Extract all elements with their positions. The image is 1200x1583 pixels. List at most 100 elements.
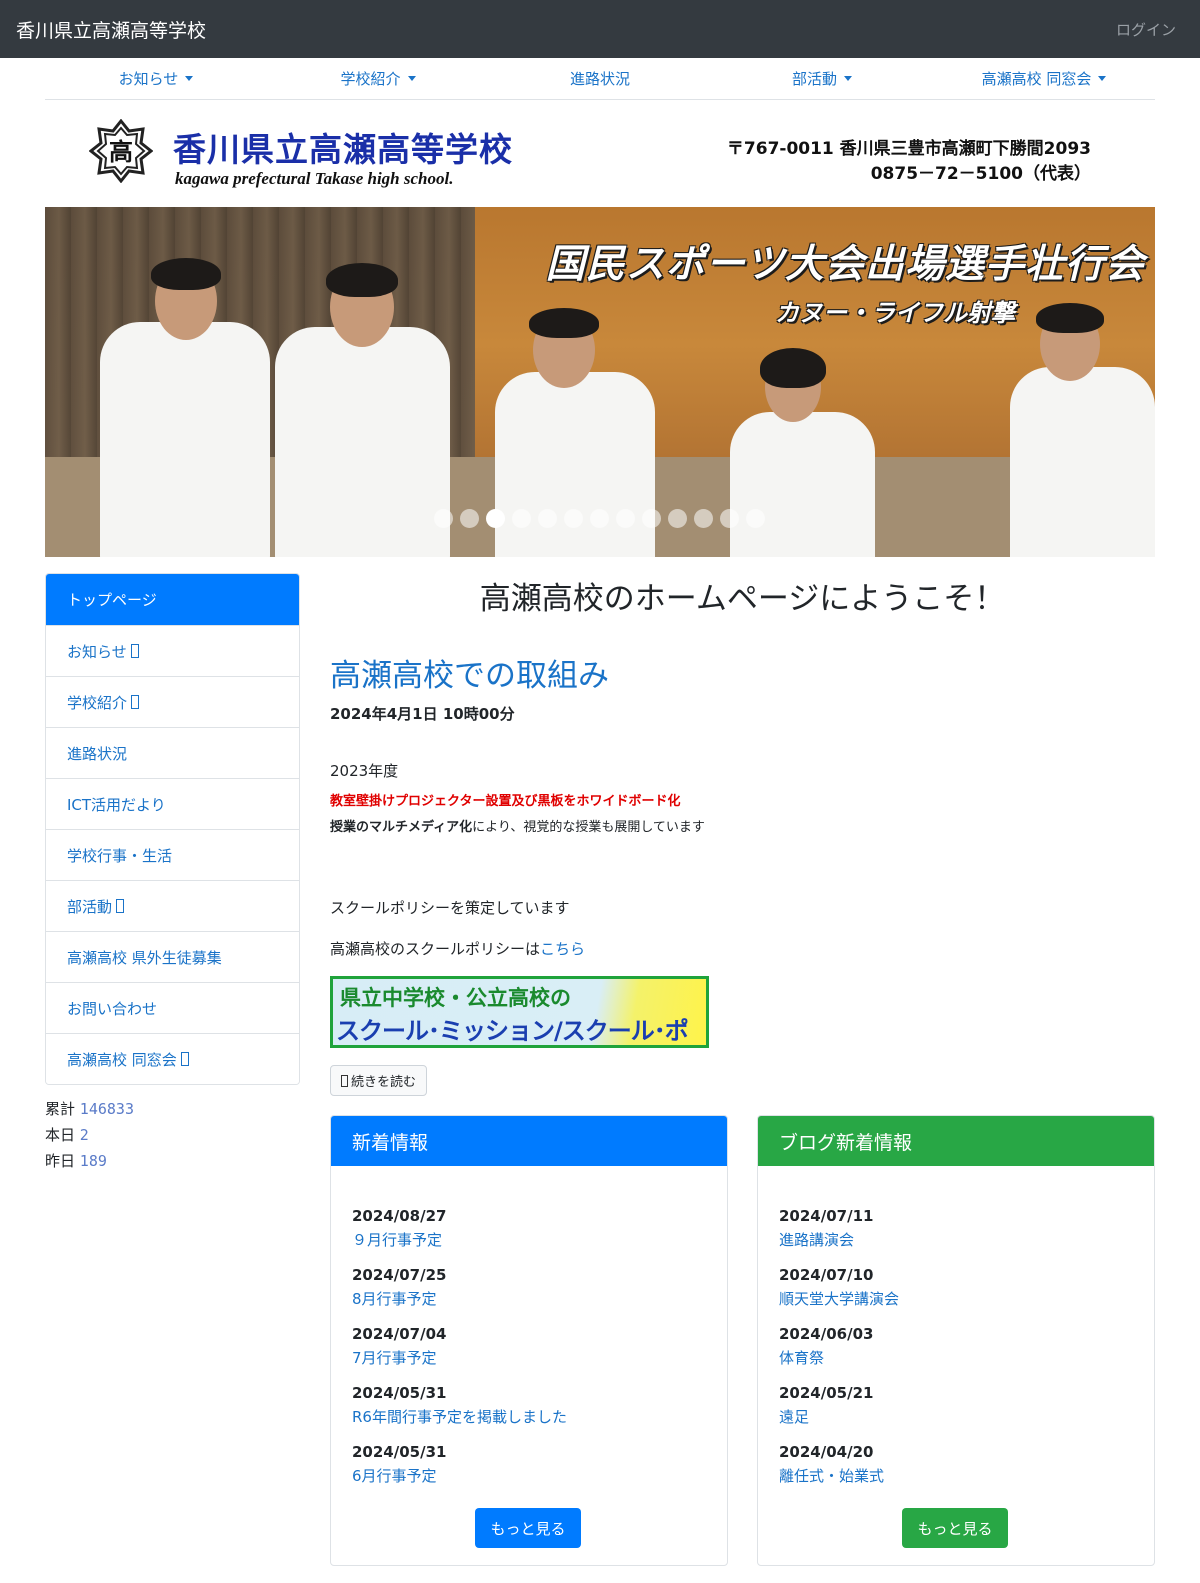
- sidebar-item[interactable]: 高瀬高校 同窓会: [46, 1033, 299, 1084]
- sidebar-item-label: トップページ: [67, 591, 157, 609]
- sidebar-item-label: お知らせ: [67, 642, 127, 661]
- list-item: 2024/07/10 順天堂大学講演会: [779, 1263, 899, 1322]
- carousel-dot[interactable]: [434, 509, 453, 528]
- carousel-dot[interactable]: [746, 509, 765, 528]
- carousel-dot[interactable]: [512, 509, 531, 528]
- hero-subtitle: カヌー・ライフル射撃: [775, 299, 1015, 327]
- policy-banner-line2: スクール･ミッション/スクール･ポリシー: [336, 1017, 689, 1045]
- school-address: 〒767-0011 香川県三豊市高瀬町下勝間2093 0875－72－5100（…: [727, 137, 1091, 187]
- item-date: 2024/05/21: [779, 1384, 874, 1402]
- news-more-button[interactable]: もっと見る: [475, 1508, 581, 1548]
- submenu-icon: [131, 695, 140, 709]
- sidebar-item[interactable]: お問い合わせ: [46, 982, 299, 1033]
- item-date: 2024/07/11: [779, 1207, 874, 1225]
- access-counter: 累計 146833 本日 2 昨日 189: [45, 1096, 134, 1174]
- nav-label: お知らせ: [118, 70, 179, 88]
- carousel-dot[interactable]: [668, 509, 687, 528]
- sidebar-item-label: 高瀬高校 同窓会: [67, 1050, 177, 1069]
- read-more-label: 続きを読む: [351, 1075, 417, 1090]
- carousel-dot[interactable]: [694, 509, 713, 528]
- hero-title: 国民スポーツ大会出場選手壮行会: [545, 242, 1145, 287]
- welcome-heading: 高瀬高校のホームページにようこそ！: [479, 581, 1006, 617]
- news-card-title: 新着情報: [331, 1116, 727, 1166]
- main-nav: お知らせ 学校紹介 進路状況 部活動 高瀬高校 同窓会: [45, 58, 1155, 100]
- list-item: 2024/07/11 進路講演会: [779, 1204, 899, 1263]
- submenu-icon: [180, 1052, 189, 1066]
- post-title[interactable]: 高瀬高校での取組み: [330, 650, 609, 695]
- item-link[interactable]: ９月行事予定: [352, 1228, 567, 1252]
- book-icon: [341, 1074, 348, 1087]
- carousel-dot[interactable]: [720, 509, 739, 528]
- carousel-dot[interactable]: [538, 509, 557, 528]
- blog-more-button[interactable]: もっと見る: [902, 1508, 1008, 1548]
- login-link[interactable]: ログイン: [1116, 19, 1176, 40]
- sidebar-item[interactable]: 進路状況: [46, 727, 299, 778]
- list-item: 2024/05/31 R6年間行事予定を掲載しました: [352, 1381, 567, 1440]
- policy-link[interactable]: こちら: [540, 940, 585, 958]
- top-navbar: 香川県立高瀬高等学校 ログイン: [0, 0, 1200, 58]
- sidebar-item[interactable]: 高瀬高校 県外生徒募集: [46, 931, 299, 982]
- list-item: 2024/08/27 ９月行事予定: [352, 1204, 567, 1263]
- sidebar-item[interactable]: ICT活用だより: [46, 778, 299, 829]
- carousel-dot[interactable]: [616, 509, 635, 528]
- item-date: 2024/05/31: [352, 1384, 447, 1402]
- sidebar-item-label: 学校紹介: [67, 693, 128, 712]
- sidebar-item[interactable]: 部活動: [46, 880, 299, 931]
- item-link[interactable]: 進路講演会: [779, 1228, 899, 1252]
- emblem-char: 高: [109, 137, 133, 166]
- nav-item-about[interactable]: 学校紹介: [267, 68, 489, 89]
- item-date: 2024/04/20: [779, 1443, 874, 1461]
- sidebar-item[interactable]: 学校行事・生活: [46, 829, 299, 880]
- item-link[interactable]: 遠足: [779, 1405, 899, 1429]
- sidebar-item[interactable]: トップページ: [46, 574, 299, 625]
- list-item: 2024/06/03 体育祭: [779, 1322, 899, 1381]
- sidebar-item[interactable]: お知らせ: [46, 625, 299, 676]
- counter-value: 146833: [79, 1100, 134, 1118]
- chevron-down-icon: [185, 76, 194, 81]
- nav-item-career[interactable]: 進路状況: [489, 68, 711, 89]
- carousel-dot[interactable]: [642, 509, 661, 528]
- chevron-down-icon: [844, 76, 852, 81]
- hero-carousel[interactable]: 国民スポーツ大会出場選手壮行会 カヌー・ライフル射撃: [45, 207, 1155, 557]
- item-date: 2024/06/03: [779, 1325, 874, 1343]
- nav-item-alumni[interactable]: 高瀬高校 同窓会: [933, 68, 1155, 89]
- post-date: 2024年4月1日 10時00分: [330, 705, 515, 723]
- item-link[interactable]: R6年間行事予定を掲載しました: [352, 1405, 567, 1429]
- item-link[interactable]: 6月行事予定: [352, 1464, 567, 1488]
- counter-label: 本日: [45, 1126, 76, 1144]
- nav-label: 高瀬高校 同窓会: [981, 70, 1092, 88]
- submenu-icon: [116, 899, 125, 913]
- list-item: 2024/07/25 8月行事予定: [352, 1263, 567, 1322]
- item-link[interactable]: 順天堂大学講演会: [779, 1287, 899, 1311]
- school-name-jp: 香川県立高瀬高等学校: [173, 130, 513, 169]
- blog-list: 2024/07/11 進路講演会 2024/07/10 順天堂大学講演会 2024/06…: [779, 1204, 899, 1499]
- counter-value: 2: [79, 1126, 89, 1144]
- counter-value: 189: [79, 1152, 107, 1170]
- nav-item-news[interactable]: お知らせ: [45, 68, 267, 89]
- chevron-down-icon: [407, 76, 416, 81]
- item-link[interactable]: 体育祭: [779, 1346, 899, 1370]
- item-date: 2024/05/31: [352, 1443, 447, 1461]
- carousel-dot[interactable]: [564, 509, 583, 528]
- nav-label: 部活動: [791, 70, 837, 88]
- read-more-button[interactable]: 続きを読む: [330, 1065, 428, 1096]
- list-item: 2024/07/04 7月行事予定: [352, 1322, 567, 1381]
- sidebar-item-label: ICT活用だより: [67, 795, 166, 814]
- sidebar-item[interactable]: 学校紹介: [46, 676, 299, 727]
- item-link[interactable]: 7月行事予定: [352, 1346, 567, 1370]
- school-policy-banner[interactable]: 県立中学校・公立高校の スクール･ミッション/スクール･ポリシー: [330, 976, 709, 1048]
- sidebar-item-label: 高瀬高校 県外生徒募集: [67, 948, 222, 967]
- carousel-indicators: [434, 509, 765, 528]
- site-title[interactable]: 香川県立高瀬高等学校: [16, 16, 206, 43]
- post-policy-text: スクールポリシーを策定しています: [330, 899, 570, 917]
- item-date: 2024/07/25: [352, 1266, 447, 1284]
- carousel-dot[interactable]: [460, 509, 479, 528]
- carousel-dot[interactable]: [590, 509, 609, 528]
- list-item: 2024/04/20 離任式・始業式: [779, 1440, 899, 1499]
- school-name-en: kagawa prefectural Takase high school.: [175, 169, 454, 188]
- policy-link-prefix: 高瀬高校のスクールポリシーは: [330, 940, 541, 958]
- item-link[interactable]: 離任式・始業式: [779, 1464, 899, 1488]
- nav-item-clubs[interactable]: 部活動: [711, 68, 933, 89]
- carousel-dot[interactable]: [486, 509, 505, 528]
- item-link[interactable]: 8月行事予定: [352, 1287, 567, 1311]
